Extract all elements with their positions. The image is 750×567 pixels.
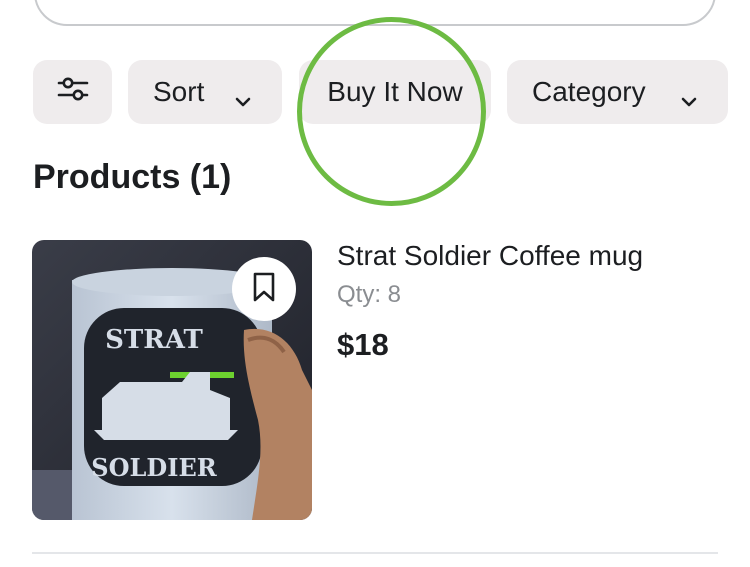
filter-button[interactable] bbox=[33, 60, 112, 124]
sort-button[interactable]: Sort bbox=[128, 60, 282, 124]
mug-text-bottom: SOLDIER bbox=[91, 453, 217, 482]
product-qty: Qty: 8 bbox=[337, 281, 402, 308]
search-bar[interactable] bbox=[34, 0, 716, 26]
category-button[interactable]: Category bbox=[507, 60, 728, 124]
mug-text-top: STRAT bbox=[105, 325, 203, 355]
divider bbox=[32, 552, 718, 554]
buy-it-now-label: Buy It Now bbox=[327, 76, 463, 107]
chevron-down-icon bbox=[680, 84, 698, 116]
product-price: $18 bbox=[337, 327, 389, 362]
buy-it-now-button[interactable]: Buy It Now bbox=[299, 60, 491, 124]
category-label: Category bbox=[532, 76, 646, 107]
chevron-down-icon bbox=[234, 84, 252, 116]
product-name[interactable]: Strat Soldier Coffee mug bbox=[337, 240, 643, 272]
save-button[interactable] bbox=[232, 257, 296, 321]
products-heading: Products (1) bbox=[33, 158, 232, 196]
sliders-icon bbox=[56, 74, 90, 111]
sort-label: Sort bbox=[153, 76, 205, 107]
bookmark-icon bbox=[251, 271, 277, 308]
